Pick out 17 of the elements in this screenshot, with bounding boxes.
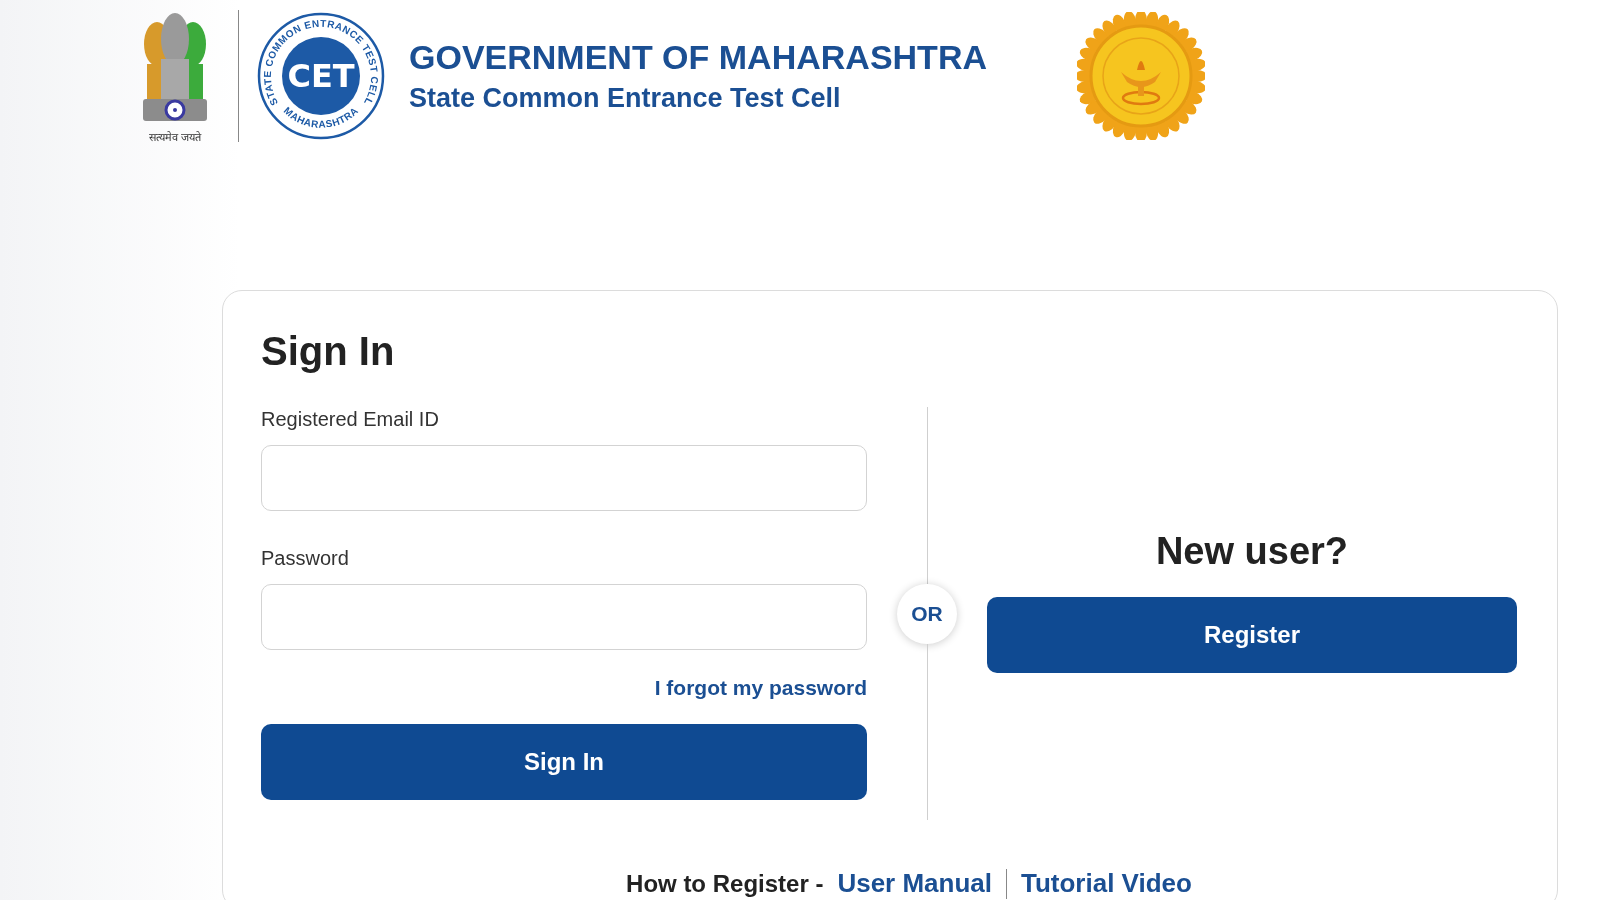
header-title: GOVERNMENT OF MAHARASHTRA <box>409 38 988 77</box>
new-user-heading: New user? <box>1155 530 1349 573</box>
field-label: Password <box>261 547 349 570</box>
forgot-password-link[interactable]: I forgot my password <box>654 676 867 700</box>
header-subtitle: State Common Entrance Test Cell <box>409 83 842 114</box>
help-label: How to Register - <box>626 869 824 898</box>
input-field[interactable] <box>261 445 867 511</box>
field-label: Registered Email ID <box>261 408 439 431</box>
sign-in-button[interactable]: Sign In <box>261 724 867 800</box>
help-link[interactable]: User Manual <box>837 868 992 899</box>
register-button[interactable]: Register <box>987 597 1517 673</box>
emblem-motto: सत्यमेव जयते <box>148 129 202 144</box>
sign-in-heading: Sign In <box>261 329 395 374</box>
or-badge: OR <box>897 583 957 644</box>
help-link[interactable]: Tutorial Video <box>1021 868 1192 899</box>
logo-initials: CET <box>287 57 355 95</box>
input-field[interactable] <box>261 584 867 650</box>
